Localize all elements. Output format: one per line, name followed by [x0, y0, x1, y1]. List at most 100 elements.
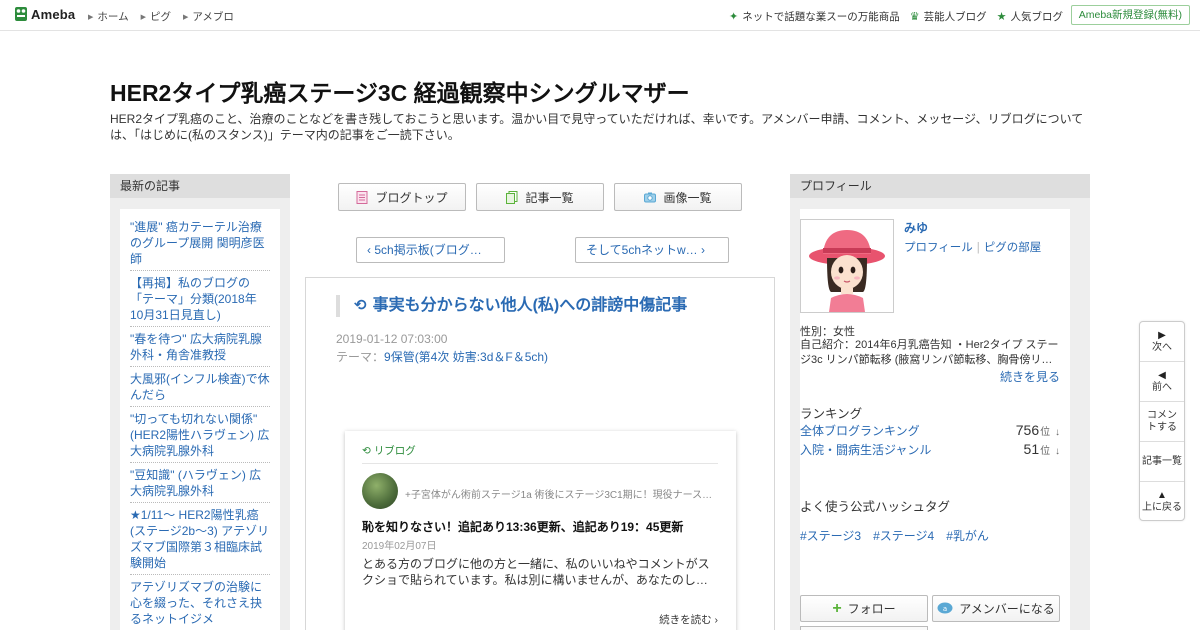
reblog-label-text: リブログ	[373, 445, 416, 457]
article-card: ⟲ 事実も分からない他人(私)への誹謗中傷記事 2019-01-12 07:03…	[305, 277, 775, 630]
profile-avatar[interactable]	[800, 219, 894, 313]
hashtag-link[interactable]: #ステージ4	[873, 527, 934, 544]
blog-title[interactable]: HER2タイプ乳癌ステージ3C 経過観察中シングルマザー	[110, 74, 690, 108]
plus-icon: +	[832, 599, 842, 617]
message-button[interactable]	[800, 626, 928, 630]
header-right-links: ✦ ネットで話題な業スーの万能商品 ♛ 芸能人ブログ ★ 人気ブログ	[729, 9, 1063, 24]
recent-article-link[interactable]: "春を待つ" 広大病院乳腺外科・角舎准教授	[130, 327, 270, 367]
profile-link[interactable]: プロフィール	[904, 242, 973, 254]
arrow-left-icon: ◀	[1158, 369, 1166, 381]
chevron-right-icon: ›	[711, 614, 718, 626]
hashtag-list: #ステージ3 #ステージ4 #乳がん	[800, 527, 989, 544]
recent-article-link[interactable]: 大風邪(インフル検査)で休んだら	[130, 367, 270, 407]
sidenav-list[interactable]: 記事一覧	[1140, 442, 1184, 482]
blog-nav-buttons: ブログトップ 記事一覧 画像一覧	[338, 183, 742, 211]
recent-articles-heading: 最新の記事	[110, 174, 290, 198]
previous-article-label: 5ch掲示板(ブログ…	[374, 243, 482, 257]
sidenav-top[interactable]: ▲ 上に戻る	[1140, 482, 1184, 522]
amember-button[interactable]: a アメンバーになる	[932, 595, 1060, 622]
arrow-up-icon: ▲	[1157, 490, 1167, 501]
avatar-illustration	[801, 220, 893, 312]
sidenav-comment-label: コメントする	[1147, 409, 1177, 433]
recent-article-link[interactable]: アテゾリズマブの治験に心を綴った、それさえ抉るネットイジメ	[130, 575, 270, 630]
recent-article-link[interactable]: "切っても切れない関係" (HER2陽性ハラヴェン) 広大病院乳腺外科	[130, 407, 270, 463]
triangle-icon: ▶	[182, 13, 189, 21]
blog-top-button[interactable]: ブログトップ	[338, 183, 466, 211]
blog-top-icon	[356, 190, 368, 204]
ranking-heading: ランキング	[800, 407, 863, 421]
blog-top-label: ブログトップ	[375, 190, 448, 205]
trending-link-label: ネットで話題な業スーの万能商品	[742, 11, 900, 23]
profile-read-more[interactable]: 続きを見る	[1000, 368, 1060, 385]
amember-label: アメンバーになる	[959, 602, 1055, 616]
divider	[362, 463, 718, 464]
article-theme-link[interactable]: 9保管(第4次 妨害:3d＆F＆5ch)	[384, 350, 548, 364]
profile-intro: 自己紹介：2014年6月乳癌告知 ・Her2タイプ ステージ3c リンパ節転移 …	[800, 339, 1059, 366]
recent-article-link[interactable]: "進展" 癌カテーテル治療のグループ展開 関明彦医師	[130, 215, 270, 271]
nav-pig[interactable]: ▶ ピグ	[141, 9, 171, 24]
reblog-excerpt: とある方のブログに他の方と一緒に、私のいいねやコメントがスクショで貼られています…	[362, 557, 710, 587]
reblog-card[interactable]: ⟲ リブログ +子宮体がん術前ステージ1a 術後にステージ3C1期に！現役ナース……	[345, 431, 736, 630]
reblog-icon: ⟲	[354, 297, 367, 314]
popular-blog-link[interactable]: ★ 人気ブログ	[997, 9, 1063, 24]
article-list-button[interactable]: 記事一覧	[476, 183, 604, 211]
logo-text: Ameba	[31, 6, 76, 22]
sidenav-prev[interactable]: ◀ 前へ	[1140, 362, 1184, 402]
sidenav-comment[interactable]: コメントする	[1140, 402, 1184, 442]
crown-icon: ♛	[909, 11, 920, 23]
celebrity-blog-label: 芸能人ブログ	[923, 11, 987, 23]
next-article-label: そして5chネットw…	[586, 243, 698, 257]
global-nav: ▶ ホーム ▶ ピグ ▶ アメブロ	[88, 9, 234, 24]
nav-home[interactable]: ▶ ホーム	[88, 9, 129, 24]
reblog-date: 2019年02月07日	[362, 541, 437, 552]
sparkle-icon: ✦	[729, 11, 739, 23]
ranking-number: 51	[1023, 441, 1040, 457]
svg-text:a: a	[943, 605, 947, 613]
ameba-logo[interactable]: Ameba	[14, 6, 75, 22]
ranking-overall-value: 756位 ↓	[1016, 422, 1060, 439]
nav-ameblo[interactable]: ▶ アメブロ	[183, 9, 234, 24]
recent-article-link[interactable]: "豆知識" (ハラヴェン) 広大病院乳腺外科	[130, 463, 270, 503]
signup-button[interactable]: Ameba新規登録(無料)	[1070, 5, 1190, 25]
profile-heading: プロフィール	[790, 174, 1090, 198]
hashtag-heading: よく使う公式ハッシュタグ	[800, 500, 951, 514]
hashtag-link[interactable]: #ステージ3	[800, 527, 861, 544]
floating-side-nav: ▶ 次へ ◀ 前へ コメントする 記事一覧 ▲ 上に戻る	[1139, 321, 1185, 521]
recent-articles-panel: 最新の記事 "進展" 癌カテーテル治療のグループ展開 関明彦医師 【再掲】私のブ…	[110, 174, 290, 630]
celebrity-blog-link[interactable]: ♛ 芸能人ブログ	[910, 9, 987, 24]
triangle-icon: ▶	[140, 13, 146, 21]
image-list-button[interactable]: 画像一覧	[614, 183, 742, 211]
trending-link[interactable]: ✦ ネットで話題な業スーの万能商品	[729, 9, 900, 24]
read-more-link[interactable]: 続きを読む ›	[659, 612, 718, 627]
profile-links: プロフィール | ピグの部屋	[904, 239, 1041, 255]
sidenav-list-label: 記事一覧	[1142, 455, 1182, 467]
reblog-icon: ⟲	[362, 444, 371, 457]
next-article-link[interactable]: そして5chネットw… ›	[575, 237, 729, 263]
popular-blog-label: 人気ブログ	[1010, 11, 1064, 23]
blog-description: HER2タイプ乳癌のこと、治療のことなどを書き残しておこうと思います。温かい目で…	[110, 112, 1084, 142]
ranking-number: 756	[1015, 422, 1040, 438]
ranking-overall-link[interactable]: 全体ブログランキング	[800, 422, 920, 439]
article-title-text: 事実も分からない他人(私)への誹謗中傷記事	[372, 297, 688, 314]
follow-button[interactable]: + フォロー	[800, 595, 928, 622]
recent-article-link[interactable]: 【再掲】私のブログの「テーマ」分類(2018年10月31日見直し)	[130, 271, 270, 327]
sidenav-next-label: 次へ	[1152, 341, 1172, 353]
profile-panel: プロフィール みゆ プロフィール | ピグの部屋 性別：女性 自己紹介：2014…	[790, 174, 1090, 630]
article-title[interactable]: ⟲ 事実も分からない他人(私)への誹謗中傷記事	[336, 295, 756, 317]
sidenav-top-label: 上に戻る	[1142, 502, 1182, 513]
arrow-right-icon: ▶	[1158, 329, 1166, 341]
pig-room-link[interactable]: ピグの部屋	[984, 242, 1042, 254]
ranking-genre-value: 51位 ↓	[1024, 441, 1060, 458]
follow-label: フォロー	[847, 602, 896, 616]
avatar	[362, 473, 398, 509]
hashtag-link[interactable]: #乳がん	[946, 527, 989, 544]
ranking-row: 全体ブログランキング 756位 ↓	[800, 422, 1060, 439]
article-theme-label: テーマ：	[336, 350, 385, 364]
star-icon: ★	[996, 11, 1007, 23]
recent-article-link[interactable]: ★1/11～ HER2陽性乳癌(ステージ2b～3) アテゾリズマブ国際第３相臨床…	[130, 503, 270, 575]
ranking-genre-link[interactable]: 入院・闘病生活ジャンル	[800, 441, 931, 458]
reblog-title[interactable]: 恥を知りなさい！追記あり13:36更新、追記あり19：45更新	[362, 518, 683, 535]
sidenav-next[interactable]: ▶ 次へ	[1140, 322, 1184, 362]
previous-article-link[interactable]: ‹ 5ch掲示板(ブログ…	[356, 237, 505, 263]
profile-name[interactable]: みゆ	[904, 219, 928, 236]
